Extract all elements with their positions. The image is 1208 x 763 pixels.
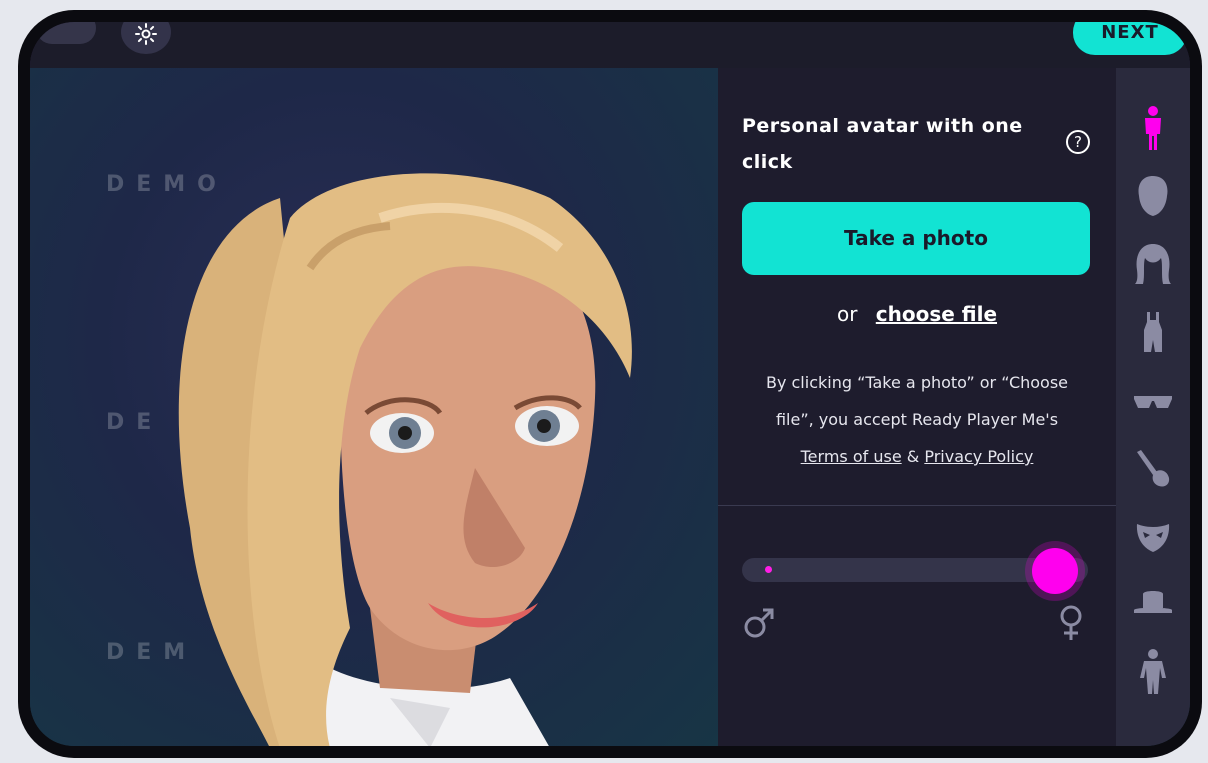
female-symbol-icon xyxy=(1060,605,1082,640)
settings-button[interactable] xyxy=(121,22,171,54)
makeup-brush-icon[interactable] xyxy=(1133,444,1173,492)
choose-file-link[interactable]: choose file xyxy=(876,302,997,326)
choose-file-row: or choose file xyxy=(718,302,1116,326)
app-screen: NEXT DEMO DE DEM Personal avatar with on… xyxy=(30,22,1190,746)
question-circle-icon[interactable]: ? xyxy=(1066,130,1090,154)
top-bar: NEXT xyxy=(30,22,1190,68)
head-icon[interactable] xyxy=(1133,172,1173,220)
consent-links: Terms of use & Privacy Policy xyxy=(738,438,1096,475)
gear-icon xyxy=(135,23,157,45)
or-text: or xyxy=(836,302,858,326)
glasses-icon[interactable] xyxy=(1133,376,1173,424)
avatar-viewport[interactable]: DEMO DE DEM xyxy=(30,68,718,746)
hat-icon[interactable] xyxy=(1133,580,1173,628)
ampersand-text: & xyxy=(906,447,920,466)
hair-icon[interactable] xyxy=(1133,240,1173,288)
device-frame: NEXT DEMO DE DEM Personal avatar with on… xyxy=(18,10,1202,758)
privacy-policy-link[interactable]: Privacy Policy xyxy=(924,447,1033,466)
consent-line: file”, you accept Ready Player Me's xyxy=(775,410,1059,429)
terms-of-use-link[interactable]: Terms of use xyxy=(801,447,902,466)
consent-text: By clicking “Take a photo” or “Choose fi… xyxy=(738,364,1096,475)
outfit-icon[interactable] xyxy=(1133,308,1173,356)
panel-divider xyxy=(718,505,1116,506)
avatar-panel: Personal avatar with one click ? Take a … xyxy=(718,68,1116,746)
back-button[interactable] xyxy=(36,22,96,44)
slider-start-dot xyxy=(765,566,772,573)
full-body-icon[interactable] xyxy=(1133,104,1173,152)
consent-line: By clicking “Take a photo” or “Choose xyxy=(765,373,1069,392)
gender-slider-thumb[interactable] xyxy=(1032,548,1078,594)
male-symbol-icon xyxy=(744,608,774,638)
panel-title: Personal avatar with one click xyxy=(742,115,1023,173)
mask-icon[interactable] xyxy=(1133,512,1173,560)
take-photo-button[interactable]: Take a photo xyxy=(742,202,1090,275)
body-shape-icon[interactable] xyxy=(1133,648,1173,696)
category-rail xyxy=(1116,68,1190,746)
next-button[interactable]: NEXT xyxy=(1073,22,1187,55)
avatar-model xyxy=(178,173,632,746)
